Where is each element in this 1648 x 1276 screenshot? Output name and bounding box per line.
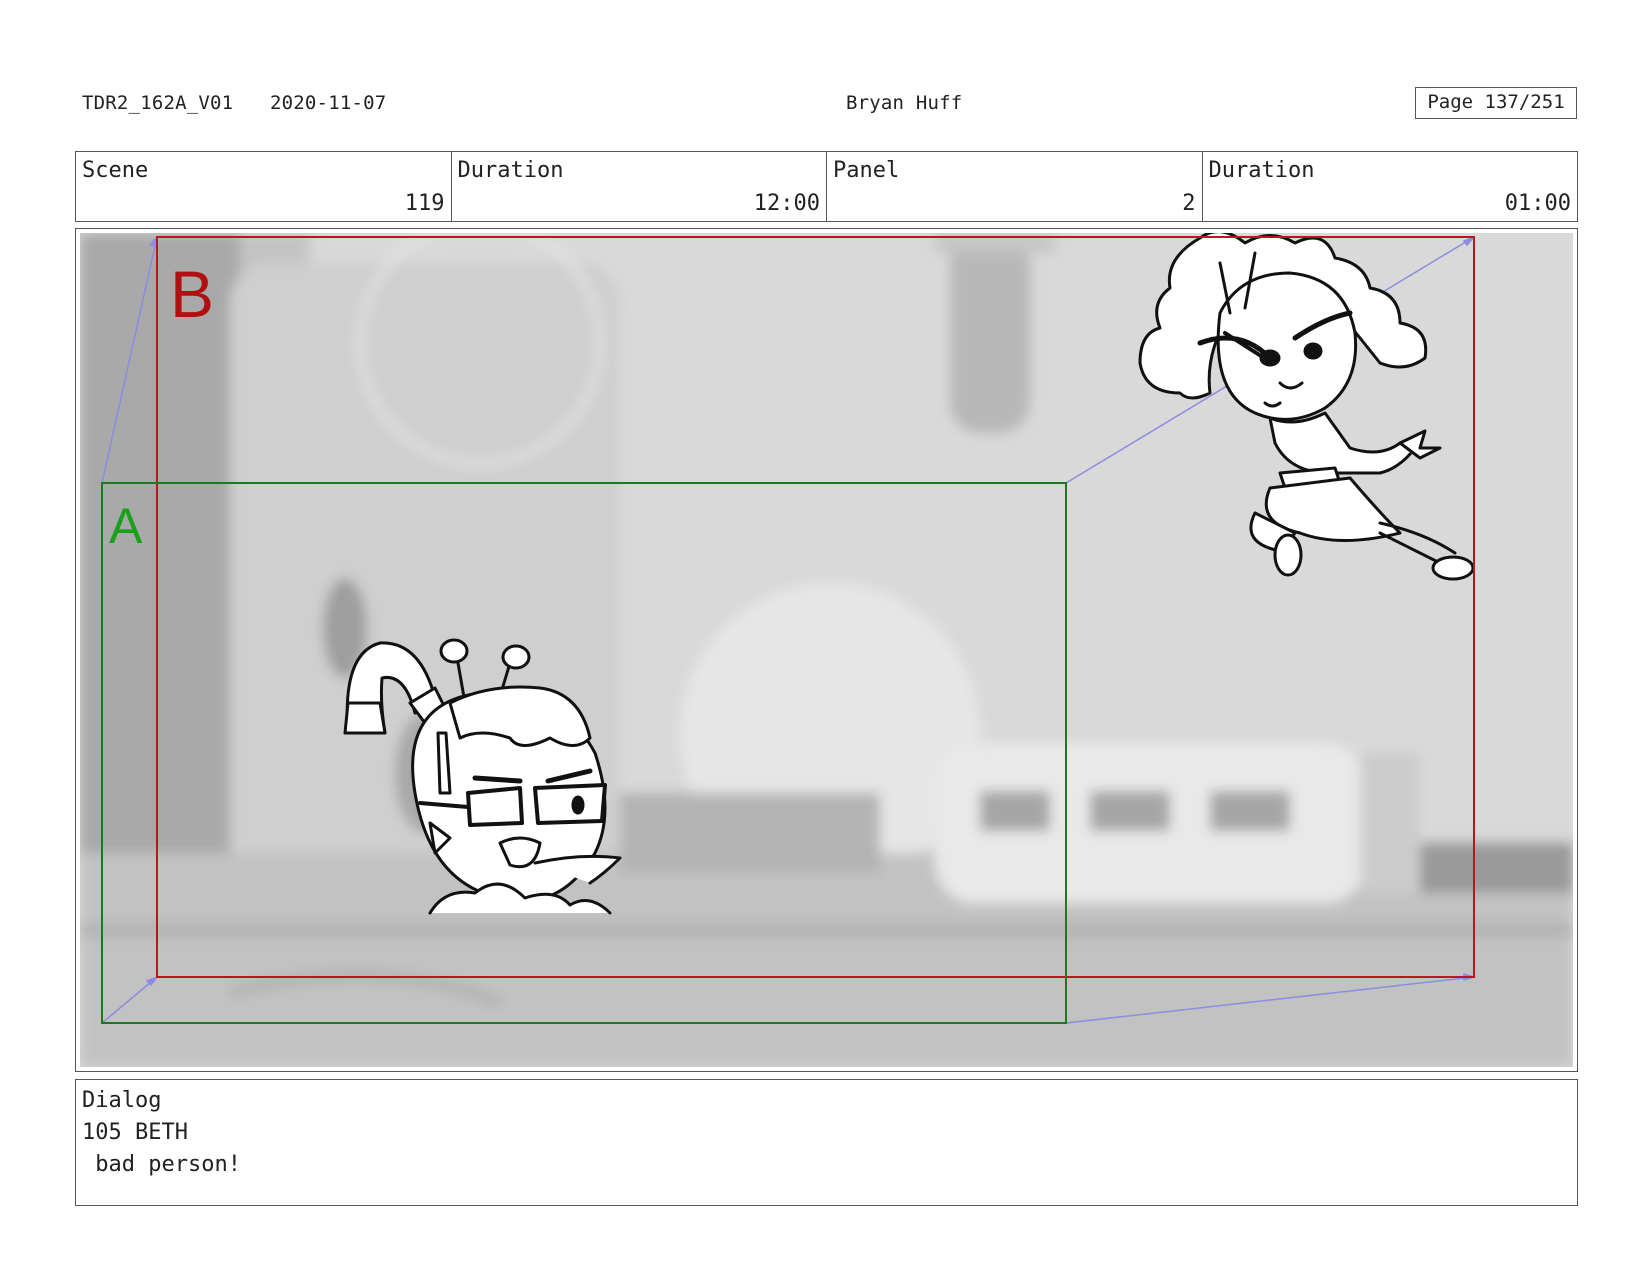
panel-duration-cell: Duration 01:00 <box>1203 152 1578 221</box>
panel-duration-label: Duration <box>1208 158 1315 183</box>
production-code: TDR2_162A_V01 <box>82 92 234 114</box>
dialog-box: Dialog 105 BETH bad person! <box>75 1079 1578 1206</box>
panel-artwork: B A <box>80 233 1573 1067</box>
panel-info-table: Scene 119 Duration 12:00 Panel 2 Duratio… <box>75 151 1578 222</box>
scene-value: 119 <box>404 191 445 216</box>
artist-name: Bryan Huff <box>846 92 963 114</box>
scene-cell: Scene 119 <box>76 152 452 221</box>
scene-label: Scene <box>82 158 149 183</box>
frame-b-label: B <box>170 257 214 331</box>
dialog-line: bad person! <box>82 1152 241 1177</box>
panel-duration-value: 01:00 <box>1504 191 1571 216</box>
scene-duration-cell: Duration 12:00 <box>452 152 827 221</box>
panel-cell: Panel 2 <box>827 152 1203 221</box>
dialog-speaker: 105 BETH <box>82 1120 188 1145</box>
panel-label: Panel <box>833 158 900 183</box>
storyboard-panel: B A <box>75 228 1578 1072</box>
scene-duration-label: Duration <box>457 158 564 183</box>
storyboard-date: 2020-11-07 <box>270 92 387 114</box>
scene-duration-value: 12:00 <box>753 191 820 216</box>
page-number: Page 137/251 <box>1415 87 1577 119</box>
frame-a-label: A <box>109 498 143 554</box>
dialog-title: Dialog <box>82 1088 162 1113</box>
panel-value: 2 <box>1182 191 1196 216</box>
